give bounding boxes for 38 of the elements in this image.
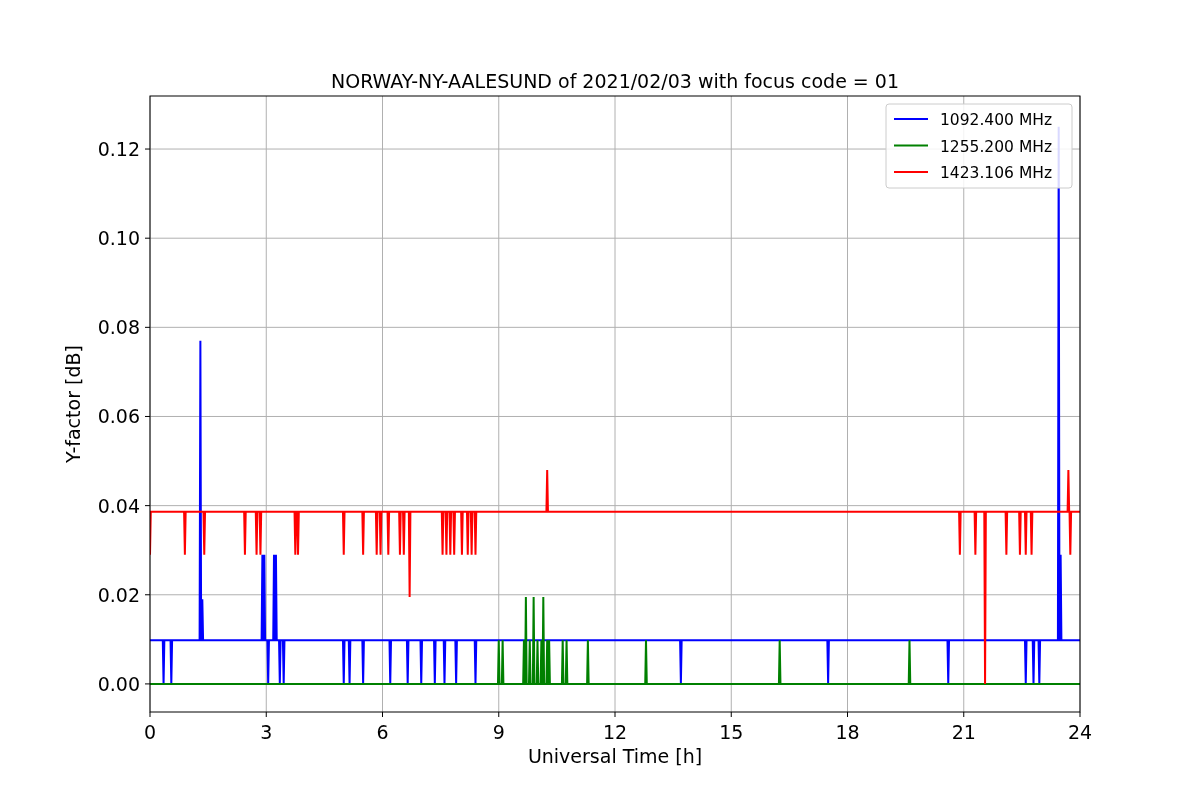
tick-mark bbox=[382, 711, 383, 718]
x-axis-label: Universal Time [h] bbox=[527, 745, 703, 767]
tick-mark bbox=[847, 711, 848, 718]
y-tick-label: 0.00 bbox=[97, 672, 140, 695]
tick-mark bbox=[144, 683, 151, 685]
tick-mark bbox=[144, 416, 151, 417]
x-tick-label: 21 bbox=[951, 721, 976, 743]
x-tick-label: 18 bbox=[835, 721, 860, 743]
tick-mark bbox=[730, 711, 732, 718]
y-tick-label: 0.12 bbox=[97, 138, 140, 161]
tick-mark bbox=[498, 711, 500, 718]
y-axis-label: Y-factor [dB] bbox=[62, 345, 84, 463]
y-tick-label: 0.06 bbox=[97, 405, 140, 428]
tick-mark bbox=[144, 148, 151, 150]
tick-mark bbox=[265, 711, 267, 718]
x-tick-label: 0 bbox=[143, 721, 157, 743]
legend-label: 1255.200 MHz bbox=[940, 137, 1053, 156]
tick-mark bbox=[1079, 711, 1081, 718]
tick-mark bbox=[144, 326, 151, 328]
tick-mark bbox=[144, 594, 151, 596]
y-tick-label: 0.04 bbox=[97, 494, 140, 517]
tick-mark bbox=[144, 237, 151, 239]
y-tick-label: 0.08 bbox=[97, 316, 140, 339]
x-tick-label: 15 bbox=[719, 721, 744, 743]
tick-mark bbox=[614, 711, 616, 718]
x-tick-label: 9 bbox=[492, 721, 505, 743]
tick-mark bbox=[149, 711, 151, 718]
x-tick-label: 6 bbox=[376, 721, 389, 743]
x-tick-label: 12 bbox=[602, 721, 628, 743]
legend-label: 1092.400 MHz bbox=[940, 111, 1053, 129]
y-tick-label: 0.02 bbox=[97, 583, 140, 606]
tick-mark bbox=[963, 711, 965, 718]
tick-mark bbox=[144, 505, 151, 507]
x-tick-label: 3 bbox=[260, 721, 273, 743]
y-tick-label: 0.10 bbox=[97, 227, 140, 250]
x-tick-label: 24 bbox=[1067, 721, 1093, 743]
legend-label: 1423.106 MHz bbox=[940, 164, 1053, 182]
chart-title: NORWAY-NY-AALESUND of 2021/02/03 with focus code = 01 bbox=[331, 70, 899, 92]
